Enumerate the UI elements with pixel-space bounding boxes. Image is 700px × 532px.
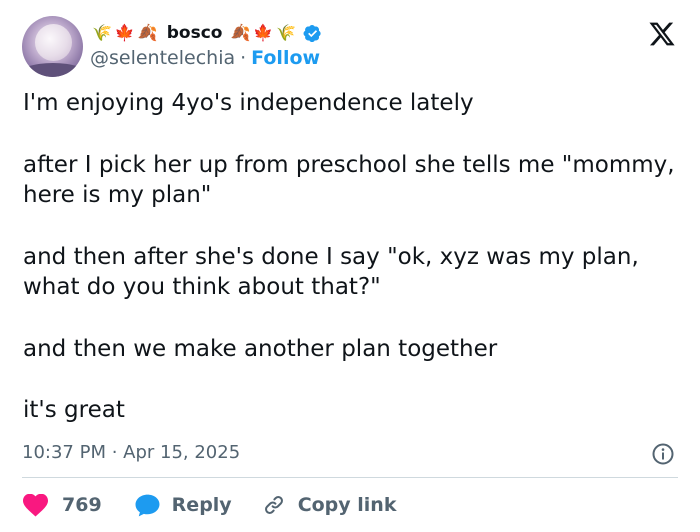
tweet-paragraph: I'm enjoying 4yo's independence lately xyxy=(23,90,474,116)
maple-leaf-emoji-icon: 🍁 xyxy=(253,23,274,42)
reply-label: Reply xyxy=(171,494,232,516)
avatar[interactable] xyxy=(22,16,83,77)
reply-button[interactable]: Reply xyxy=(135,494,263,517)
tweet-paragraph: it's great xyxy=(23,397,125,423)
tweet-paragraph: after I pick her up from preschool she t… xyxy=(23,151,675,209)
tweet-embed-card: 🌾 🍁 🍂 bosco 🍂 🍁 🌾 @selentelechia · Follo… xyxy=(0,0,700,532)
handle-separator: · xyxy=(240,47,247,69)
tweet-timestamp[interactable]: 10:37 PM · Apr 15, 2025 xyxy=(22,442,240,463)
like-count: 769 xyxy=(62,494,102,516)
author-display-name[interactable]: bosco xyxy=(167,23,223,43)
link-icon xyxy=(264,496,283,514)
actions-divider xyxy=(22,477,678,478)
info-icon[interactable] xyxy=(651,442,675,466)
author-name-row[interactable]: 🌾 🍁 🍂 bosco 🍂 🍁 🌾 xyxy=(92,21,322,45)
speech-bubble-icon xyxy=(135,494,160,516)
fallen-leaf-emoji-icon: 🍂 xyxy=(230,23,251,42)
like-button[interactable]: 769 xyxy=(23,493,135,517)
heart-icon xyxy=(23,493,48,517)
action-bar: 769 Reply Copy link xyxy=(23,492,396,518)
avatar-moon-graphic xyxy=(35,24,72,61)
copy-link-button[interactable]: Copy link xyxy=(263,494,397,516)
maple-leaf-emoji-icon: 🍁 xyxy=(114,23,135,42)
avatar-hills-graphic xyxy=(22,63,83,77)
wheat-emoji-icon: 🌾 xyxy=(276,23,297,42)
tweet-paragraph: and then after she's done I say "ok, xyz… xyxy=(23,243,639,301)
fallen-leaf-emoji-icon: 🍂 xyxy=(137,23,158,42)
tweet-paragraph: and then we make another plan together xyxy=(23,335,498,362)
author-handle[interactable]: @selentelechia xyxy=(90,47,235,69)
author-handle-row: @selentelechia · Follow xyxy=(90,47,320,69)
wheat-emoji-icon: 🌾 xyxy=(92,23,112,42)
x-logo-icon[interactable] xyxy=(647,20,677,48)
verified-badge-icon xyxy=(303,24,321,42)
copy-link-label: Copy link xyxy=(297,494,397,516)
tweet-text: I'm enjoying 4yo's independence lately a… xyxy=(23,88,683,426)
follow-button[interactable]: Follow xyxy=(251,47,320,69)
